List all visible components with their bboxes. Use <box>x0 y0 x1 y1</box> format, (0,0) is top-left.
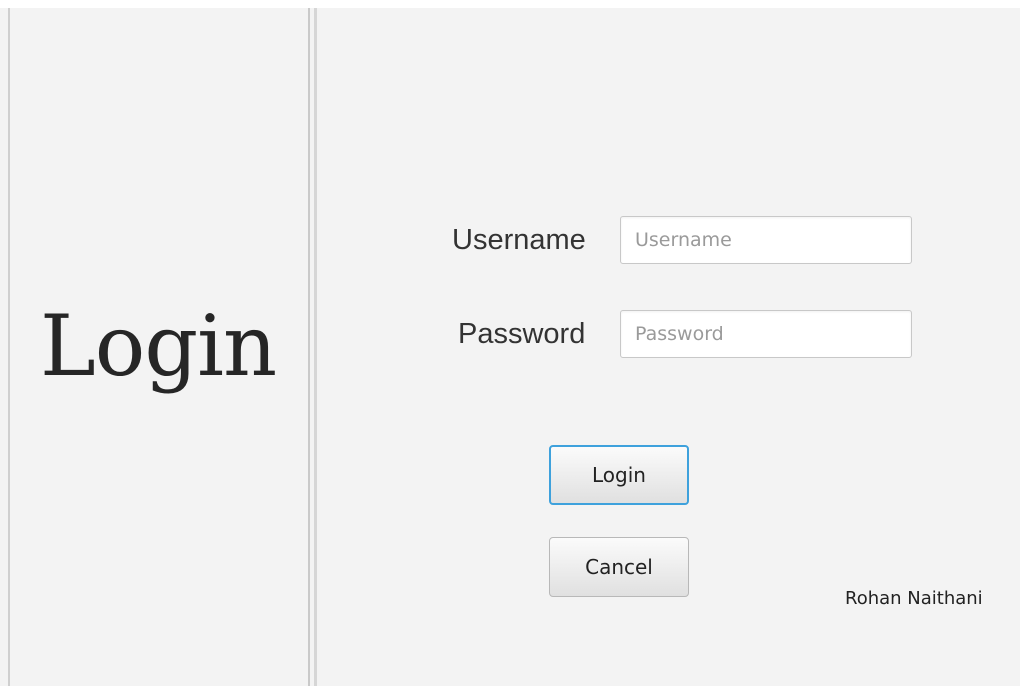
pane-splitter[interactable] <box>308 8 318 686</box>
password-label: Password <box>458 318 586 350</box>
cancel-button[interactable]: Cancel <box>549 537 689 597</box>
author-name: Rohan Naithani <box>845 588 983 609</box>
login-window: Login Username Password Login Cancel Roh… <box>0 8 1020 686</box>
password-input[interactable] <box>620 310 912 358</box>
username-input[interactable] <box>620 216 912 264</box>
splitter-line <box>308 8 310 686</box>
username-label: Username <box>452 224 586 256</box>
login-button[interactable]: Login <box>549 445 689 505</box>
splitter-line <box>314 8 317 686</box>
login-title: Login <box>40 297 277 395</box>
